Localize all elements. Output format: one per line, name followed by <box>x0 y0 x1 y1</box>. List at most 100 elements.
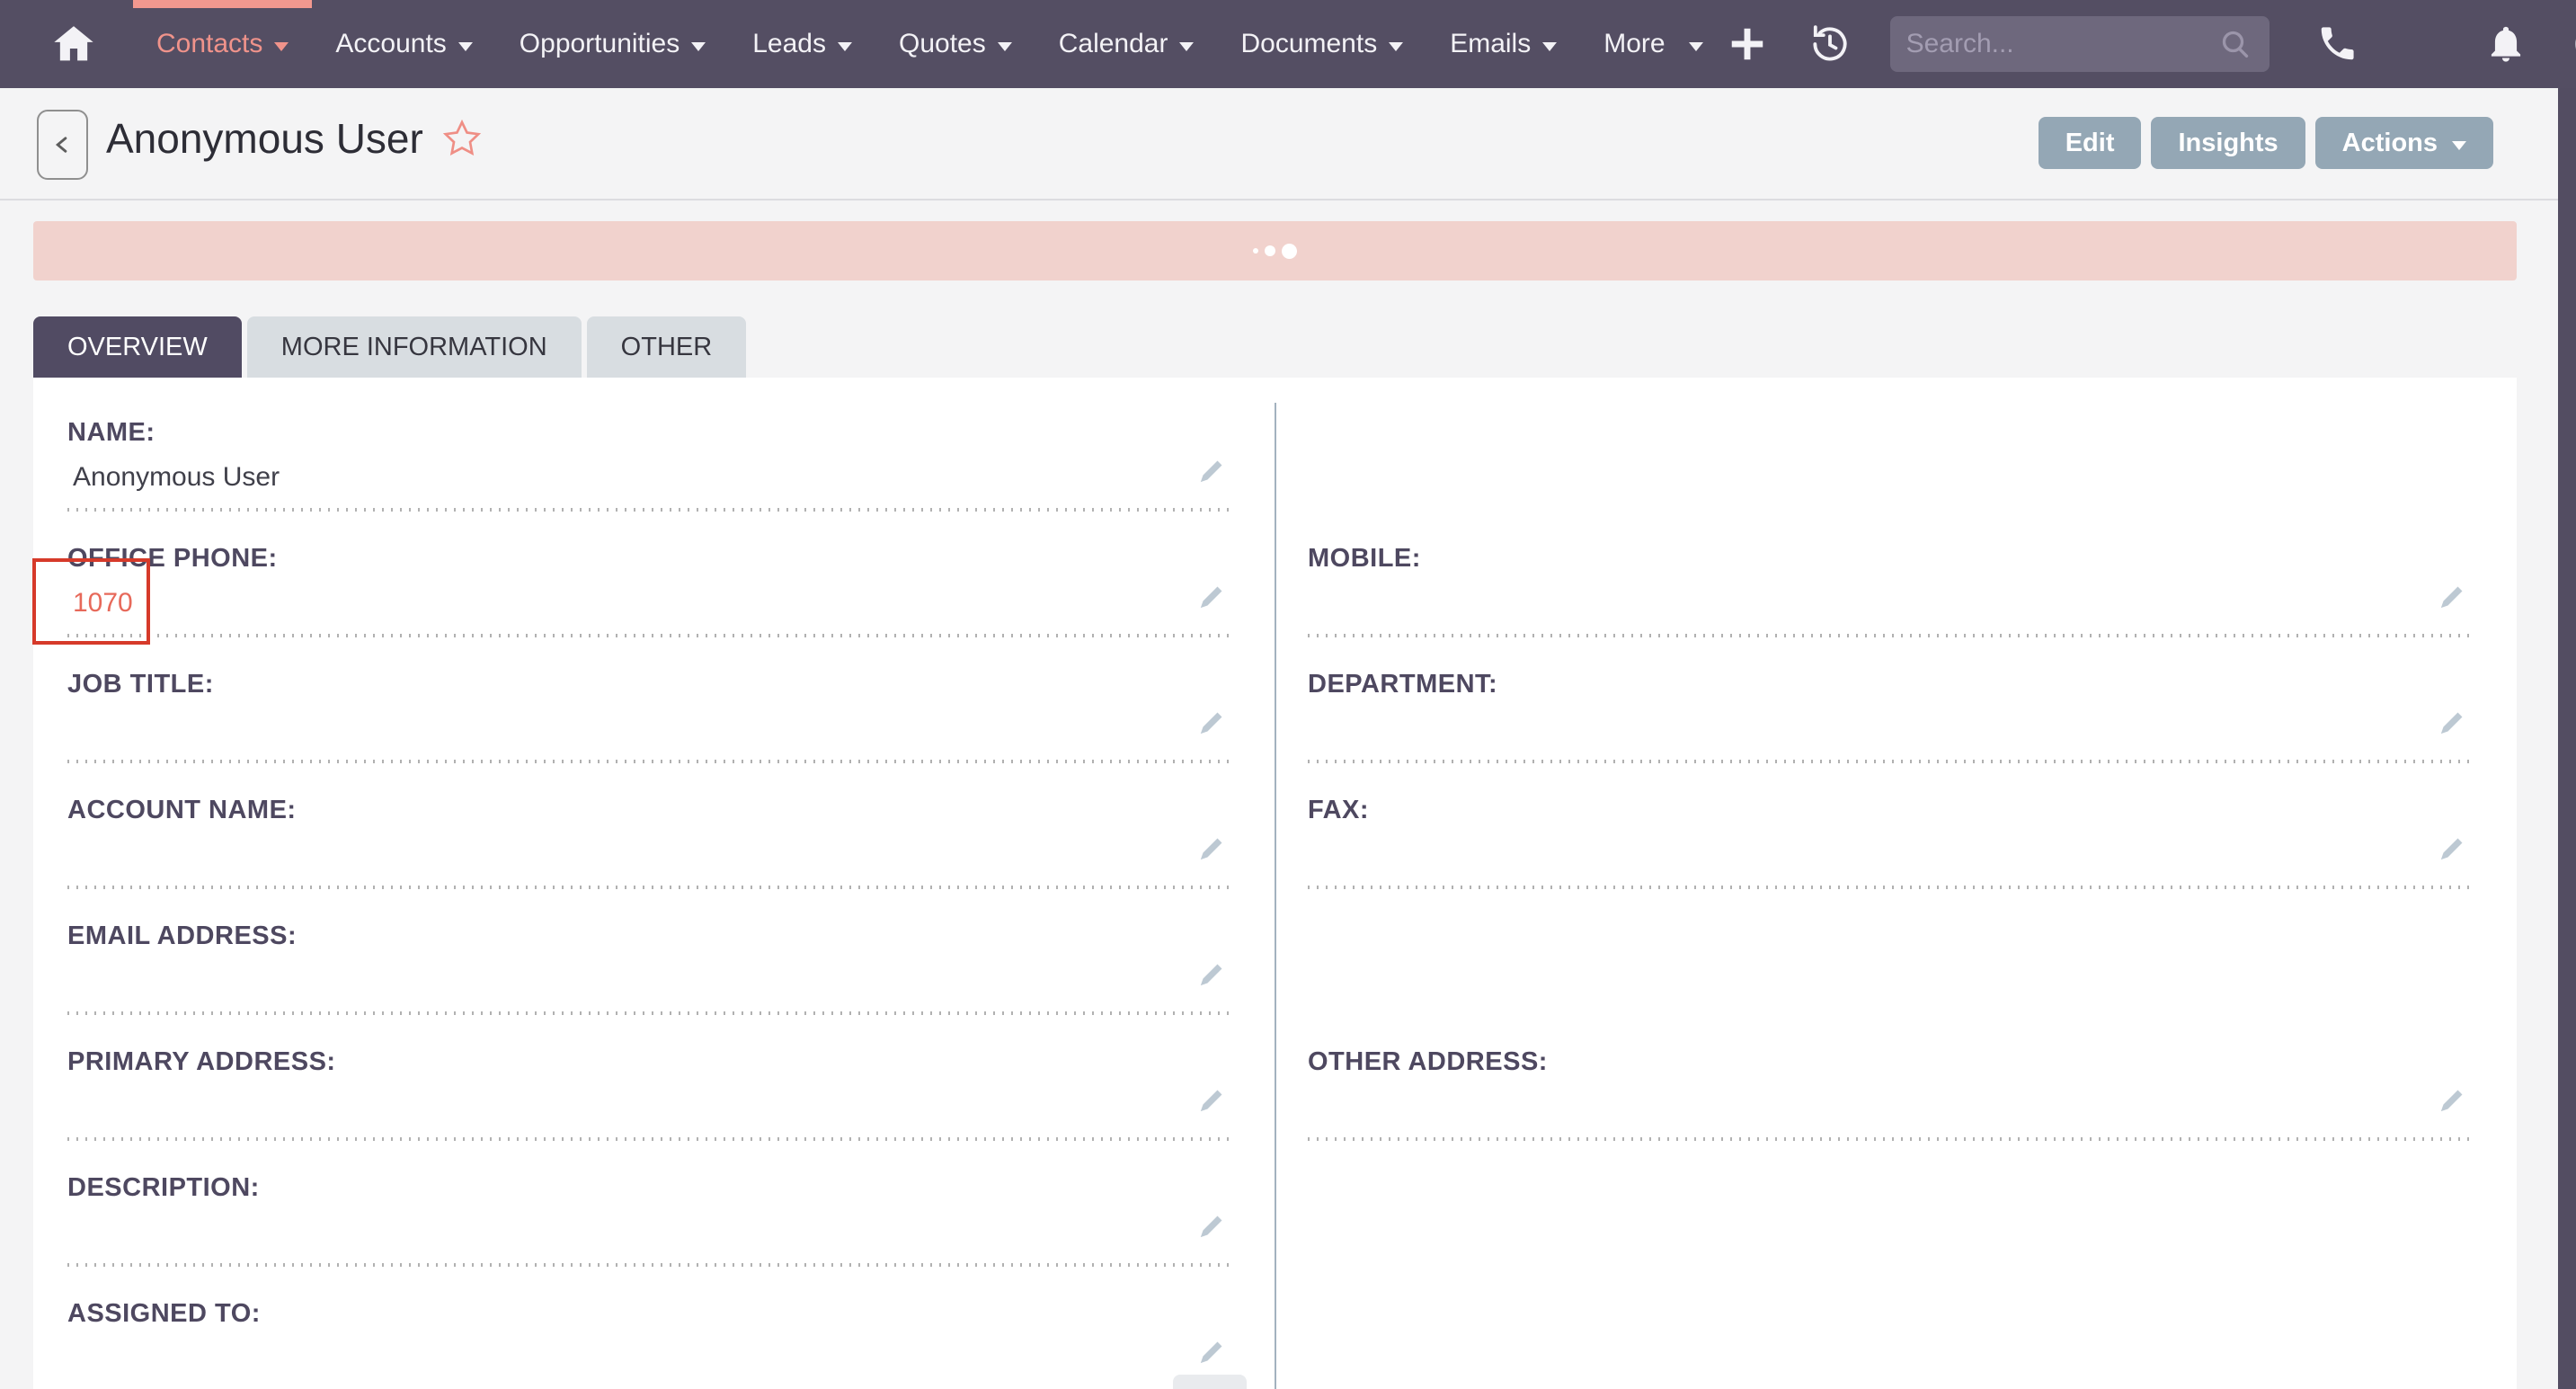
nav-item-calendar[interactable]: Calendar <box>1035 0 1218 88</box>
page-title: Anonymous User <box>106 114 423 163</box>
nav-item-emails[interactable]: Emails <box>1426 0 1580 88</box>
field-label: DESCRIPTION: <box>67 1164 1236 1203</box>
field-value[interactable] <box>67 1343 1236 1377</box>
chevron-down-icon <box>274 42 289 51</box>
field-label: NAME: <box>67 409 1236 448</box>
edit-button[interactable]: Edit <box>2039 117 2142 169</box>
loading-alert-bar <box>33 221 2517 280</box>
back-chevron-icon <box>51 133 75 156</box>
chevron-down-icon <box>838 42 852 51</box>
field-underline <box>67 1137 1236 1141</box>
overview-panel: NAME: Anonymous User OFFICE PHONE: 1070 … <box>33 378 2517 1389</box>
nav-item-leads[interactable]: Leads <box>729 0 875 88</box>
insights-button[interactable]: Insights <box>2151 117 2305 169</box>
user-menu-button[interactable] <box>2573 18 2576 70</box>
field-value[interactable] <box>67 1091 1236 1126</box>
tab-overview[interactable]: OVERVIEW <box>33 316 242 378</box>
inline-edit-pencil-icon[interactable] <box>1196 959 1227 990</box>
home-button[interactable] <box>41 0 106 88</box>
favorite-star-icon[interactable] <box>441 118 483 159</box>
inline-edit-pencil-icon[interactable] <box>1196 708 1227 738</box>
nav-item-label: Quotes <box>899 29 986 59</box>
phone-button[interactable] <box>2316 23 2358 65</box>
field-underline <box>67 1263 1236 1267</box>
field-underline <box>67 760 1236 763</box>
nav-item-label: Contacts <box>156 29 262 59</box>
actions-button-label: Actions <box>2342 129 2438 158</box>
recently-viewed-button[interactable] <box>1806 20 1854 68</box>
field-underline <box>67 886 1236 889</box>
field-value[interactable] <box>67 966 1236 1000</box>
field-value[interactable] <box>1308 588 2476 622</box>
field-label: JOB TITLE: <box>67 661 1236 699</box>
field-office-phone: OFFICE PHONE: 1070 <box>67 535 1236 661</box>
field-value[interactable] <box>67 1217 1236 1251</box>
inline-edit-pencil-icon[interactable] <box>1196 582 1227 612</box>
field-description: DESCRIPTION: <box>67 1164 1236 1290</box>
nav-item-quotes[interactable]: Quotes <box>875 0 1035 88</box>
chevron-down-icon <box>691 42 706 51</box>
inline-edit-pencil-icon[interactable] <box>1196 1337 1227 1367</box>
history-icon <box>1806 20 1854 68</box>
record-header: Anonymous User Edit Insights Actions <box>0 88 2558 200</box>
actions-button[interactable]: Actions <box>2315 117 2493 169</box>
nav-item-label: Emails <box>1450 29 1531 59</box>
nav-item-opportunities[interactable]: Opportunities <box>496 0 729 88</box>
tab-other[interactable]: OTHER <box>587 316 747 378</box>
phone-icon <box>2316 23 2358 65</box>
search-input[interactable] <box>1906 29 2217 59</box>
field-primary-address: PRIMARY ADDRESS: <box>67 1038 1236 1164</box>
field-department: DEPARTMENT: <box>1308 661 2476 787</box>
field-label: PRIMARY ADDRESS: <box>67 1038 1236 1077</box>
notifications-button[interactable] <box>2485 23 2527 65</box>
chevron-down-icon <box>1689 42 1703 51</box>
nav-item-accounts[interactable]: Accounts <box>312 0 495 88</box>
field-underline <box>1308 886 2476 889</box>
chevron-down-icon <box>2452 141 2466 150</box>
field-label: ASSIGNED TO: <box>67 1290 1236 1329</box>
vertical-scrollbar[interactable] <box>2558 0 2576 1389</box>
nav-item-contacts[interactable]: Contacts <box>133 0 312 88</box>
field-label: OFFICE PHONE: <box>67 535 1236 574</box>
field-label: DEPARTMENT: <box>1308 661 2476 699</box>
field-underline <box>1308 760 2476 763</box>
nav-item-label: Leads <box>752 29 826 59</box>
bell-icon <box>2485 23 2527 65</box>
back-button[interactable] <box>37 110 88 180</box>
nav-item-more[interactable]: More <box>1580 0 1726 88</box>
loading-dots-icon <box>1253 244 1297 259</box>
field-underline <box>67 634 1236 637</box>
field-other-address: OTHER ADDRESS: <box>1308 1038 2476 1164</box>
nav-item-documents[interactable]: Documents <box>1217 0 1426 88</box>
partially-visible-element <box>1173 1375 1247 1389</box>
field-value[interactable] <box>1308 714 2476 748</box>
office-phone-link[interactable]: 1070 <box>67 588 1236 622</box>
record-tabs: OVERVIEW MORE INFORMATION OTHER <box>33 316 746 378</box>
inline-edit-pencil-icon[interactable] <box>1196 456 1227 486</box>
inline-edit-pencil-icon[interactable] <box>1196 833 1227 864</box>
field-value[interactable] <box>67 714 1236 748</box>
field-value[interactable] <box>1308 840 2476 874</box>
home-icon <box>50 21 97 67</box>
field-label: OTHER ADDRESS: <box>1308 1038 2476 1077</box>
field-job-title: JOB TITLE: <box>67 661 1236 787</box>
quick-create-button[interactable] <box>1727 23 1768 65</box>
nav-item-label: Accounts <box>335 29 446 59</box>
field-value[interactable]: Anonymous User <box>67 462 1236 496</box>
inline-edit-pencil-icon[interactable] <box>1196 1085 1227 1116</box>
chevron-down-icon <box>1389 42 1403 51</box>
inline-edit-pencil-icon[interactable] <box>2437 1085 2467 1116</box>
field-value[interactable] <box>1308 1091 2476 1126</box>
search-icon[interactable] <box>2217 26 2253 62</box>
chevron-down-icon <box>998 42 1012 51</box>
field-value[interactable] <box>67 840 1236 874</box>
nav-item-label: More <box>1603 29 1665 59</box>
inline-edit-pencil-icon[interactable] <box>2437 708 2467 738</box>
tab-more-information[interactable]: MORE INFORMATION <box>247 316 582 378</box>
field-mobile: MOBILE: <box>1308 535 2476 661</box>
field-underline <box>1308 634 2476 637</box>
inline-edit-pencil-icon[interactable] <box>2437 833 2467 864</box>
inline-edit-pencil-icon[interactable] <box>2437 582 2467 612</box>
top-navbar: Contacts Accounts Opportunities Leads Qu… <box>0 0 2576 88</box>
inline-edit-pencil-icon[interactable] <box>1196 1211 1227 1242</box>
